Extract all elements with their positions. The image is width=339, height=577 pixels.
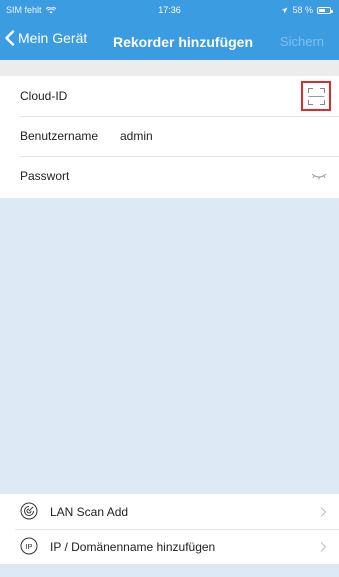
username-field[interactable]: admin xyxy=(120,129,153,143)
username-row[interactable]: Benutzername admin xyxy=(0,116,339,156)
chevron-left-icon xyxy=(5,30,15,46)
lan-scan-add-item[interactable]: LAN Scan Add xyxy=(0,494,339,529)
add-options-list: LAN Scan Add IP IP / Domänenname hinzufü… xyxy=(0,494,339,564)
location-icon xyxy=(281,7,288,13)
qr-scan-button[interactable] xyxy=(301,81,331,111)
svg-text:IP: IP xyxy=(25,542,32,551)
cloud-id-row[interactable]: Cloud-ID xyxy=(0,76,339,116)
battery-percent: 58 % xyxy=(292,5,313,15)
save-button[interactable]: Sichern xyxy=(280,34,324,49)
navigation-bar: Mein Gerät Rekorder hinzufügen Sichern xyxy=(0,26,339,56)
eye-closed-icon[interactable] xyxy=(311,171,327,181)
header-bar: SIM fehlt 17:36 58 % Mein Gerät Rekorder… xyxy=(0,0,339,60)
section-spacer xyxy=(0,60,339,76)
recorder-form: Cloud-ID Benutzername admin Passwort xyxy=(0,76,339,198)
chevron-right-icon xyxy=(320,507,327,517)
status-bar: SIM fehlt 17:36 58 % xyxy=(0,0,339,20)
password-label: Passwort xyxy=(20,169,70,183)
ip-domain-add-label: IP / Domänenname hinzufügen xyxy=(50,540,216,554)
password-row[interactable]: Passwort xyxy=(0,156,339,196)
qr-scan-icon xyxy=(308,88,325,105)
battery-fill xyxy=(319,8,325,12)
ip-icon: IP xyxy=(20,537,38,555)
cloud-id-label: Cloud-ID xyxy=(20,89,68,103)
lan-scan-add-label: LAN Scan Add xyxy=(50,505,129,519)
ip-domain-add-item[interactable]: IP IP / Domänenname hinzufügen xyxy=(0,529,339,564)
chevron-right-icon xyxy=(320,542,327,552)
username-label: Benutzername xyxy=(20,129,99,143)
battery-icon xyxy=(317,6,333,14)
page-title: Rekorder hinzufügen xyxy=(113,34,254,50)
back-label: Mein Gerät xyxy=(18,30,88,46)
lan-scan-icon xyxy=(20,502,38,520)
back-button[interactable]: Mein Gerät xyxy=(4,30,87,46)
